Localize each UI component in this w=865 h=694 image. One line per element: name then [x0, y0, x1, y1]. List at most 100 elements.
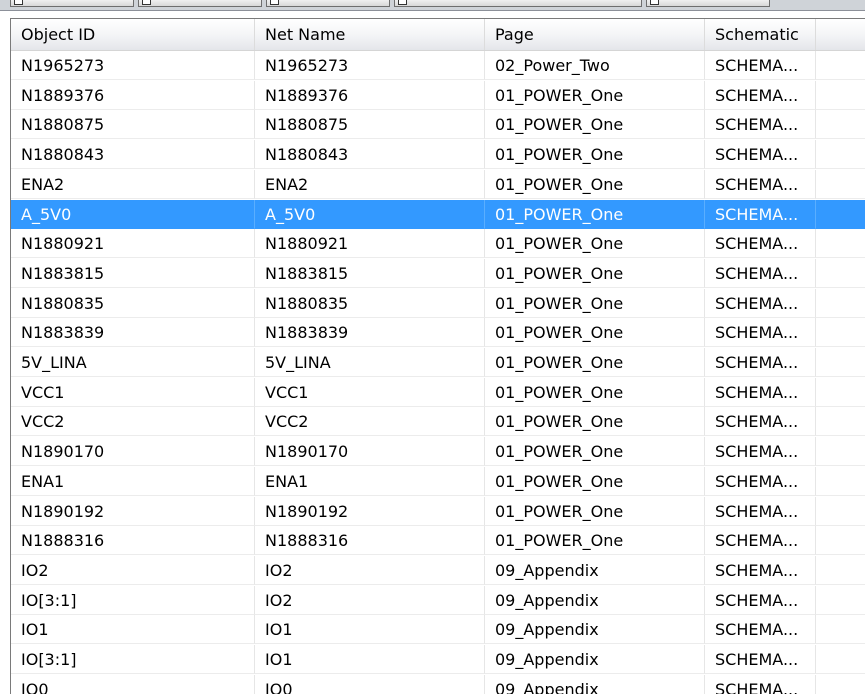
- cell-object-id: N1883839: [11, 318, 255, 348]
- column-header-schematic[interactable]: Schematic: [705, 19, 816, 50]
- cell-object-id: 5V_LINA: [11, 348, 255, 377]
- column-header-object-id[interactable]: Object ID: [11, 19, 255, 50]
- cell-net-name: N1880835: [255, 288, 485, 318]
- table-row[interactable]: N1888316 N1888316 01_POWER_One SCHEMA...: [11, 526, 865, 556]
- cell-schematic: SCHEMA...: [705, 288, 816, 318]
- table-row[interactable]: N1889376 N1889376 01_POWER_One SCHEMA...: [11, 80, 865, 111]
- table-row[interactable]: 5V_LINA 5V_LINA 01_POWER_One SCHEMA...: [11, 348, 865, 378]
- cell-schematic: SCHEMA...: [705, 674, 816, 694]
- cell-filler: [816, 51, 865, 80]
- cell-net-name: VCC1: [255, 377, 485, 407]
- cell-schematic: SCHEMA...: [705, 140, 816, 170]
- cell-object-id: N1880843: [11, 140, 255, 170]
- column-header-net-name[interactable]: Net Name: [255, 19, 485, 50]
- cell-schematic: SCHEMA...: [705, 80, 816, 110]
- column-header-page[interactable]: Page: [485, 19, 705, 50]
- toolbar-tab-2[interactable]: [138, 0, 262, 7]
- toolbar-tab-strip: [0, 0, 865, 11]
- table-row[interactable]: IO0 IO0 09_Appendix SCHEMA...: [11, 674, 865, 694]
- cell-filler: [816, 140, 865, 170]
- cell-page: 01_POWER_One: [485, 169, 705, 199]
- cell-filler: [816, 497, 865, 526]
- column-header-filler: [816, 19, 865, 50]
- table-row[interactable]: A_5V0 A_5V0 01_POWER_One SCHEMA...: [11, 199, 865, 230]
- table-row[interactable]: N1880921 N1880921 01_POWER_One SCHEMA...: [11, 229, 865, 259]
- cell-object-id: IO[3:1]: [11, 585, 255, 615]
- cell-schematic: SCHEMA...: [705, 437, 816, 467]
- table-row[interactable]: IO[3:1] IO1 09_Appendix SCHEMA...: [11, 645, 865, 675]
- cell-page: 01_POWER_One: [485, 258, 705, 288]
- cell-filler: [816, 170, 865, 199]
- cell-page: 01_POWER_One: [485, 288, 705, 318]
- toolbar-tab-4[interactable]: [394, 0, 642, 7]
- table-row[interactable]: N1890170 N1890170 01_POWER_One SCHEMA...: [11, 437, 865, 467]
- table-row[interactable]: ENA1 ENA1 01_POWER_One SCHEMA...: [11, 466, 865, 497]
- cell-schematic: SCHEMA...: [705, 199, 816, 229]
- cell-object-id: N1880835: [11, 288, 255, 318]
- cell-page: 01_POWER_One: [485, 318, 705, 348]
- cell-filler: [816, 556, 865, 585]
- cell-filler: [816, 645, 865, 674]
- cell-filler: [816, 259, 865, 288]
- cell-filler: [816, 318, 865, 348]
- cell-filler: [816, 348, 865, 377]
- table-row[interactable]: N1890192 N1890192 01_POWER_One SCHEMA...: [11, 496, 865, 527]
- toolbar-tab-3[interactable]: [266, 0, 390, 7]
- table-row[interactable]: VCC1 VCC1 01_POWER_One SCHEMA...: [11, 377, 865, 408]
- table-row[interactable]: N1883815 N1883815 01_POWER_One SCHEMA...: [11, 258, 865, 289]
- cell-object-id: N1965273: [11, 51, 255, 80]
- table-row[interactable]: N1880875 N1880875 01_POWER_One SCHEMA...: [11, 110, 865, 140]
- cell-object-id: IO2: [11, 555, 255, 585]
- cell-schematic: SCHEMA...: [705, 377, 816, 407]
- table-row[interactable]: IO2 IO2 09_Appendix SCHEMA...: [11, 555, 865, 586]
- cell-object-id: A_5V0: [11, 199, 255, 229]
- cell-net-name: IO0: [255, 674, 485, 694]
- cell-net-name: N1880875: [255, 110, 485, 140]
- cell-object-id: ENA2: [11, 169, 255, 199]
- cell-page: 01_POWER_One: [485, 496, 705, 526]
- cell-net-name: ENA2: [255, 169, 485, 199]
- table-row[interactable]: IO1 IO1 09_Appendix SCHEMA...: [11, 615, 865, 645]
- table-row[interactable]: N1965273 N1965273 02_Power_Two SCHEMA...: [11, 51, 865, 81]
- cell-net-name: IO2: [255, 585, 485, 615]
- cell-object-id: N1883815: [11, 258, 255, 288]
- cell-filler: [816, 467, 865, 496]
- cell-page: 01_POWER_One: [485, 199, 705, 229]
- cell-object-id: N1890192: [11, 496, 255, 526]
- cell-page: 02_Power_Two: [485, 51, 705, 80]
- cell-object-id: N1888316: [11, 526, 255, 556]
- cell-net-name: IO1: [255, 645, 485, 674]
- cell-net-name: IO2: [255, 555, 485, 585]
- cell-schematic: SCHEMA...: [705, 585, 816, 615]
- cell-schematic: SCHEMA...: [705, 496, 816, 526]
- cell-net-name: IO1: [255, 615, 485, 645]
- table-row[interactable]: IO[3:1] IO2 09_Appendix SCHEMA...: [11, 585, 865, 616]
- table-row[interactable]: VCC2 VCC2 01_POWER_One SCHEMA...: [11, 407, 865, 437]
- cell-page: 01_POWER_One: [485, 80, 705, 110]
- toolbar-tab-1[interactable]: [10, 0, 134, 7]
- cell-object-id: VCC1: [11, 377, 255, 407]
- cell-page: 01_POWER_One: [485, 437, 705, 467]
- cell-net-name: N1890192: [255, 496, 485, 526]
- cell-filler: [816, 110, 865, 140]
- table-row[interactable]: N1880835 N1880835 01_POWER_One SCHEMA...: [11, 288, 865, 319]
- cell-filler: [816, 615, 865, 645]
- cell-object-id: N1889376: [11, 80, 255, 110]
- cell-net-name: ENA1: [255, 466, 485, 496]
- cell-filler: [816, 229, 865, 259]
- table-row[interactable]: ENA2 ENA2 01_POWER_One SCHEMA...: [11, 169, 865, 200]
- cell-page: 09_Appendix: [485, 674, 705, 694]
- cell-page: 01_POWER_One: [485, 229, 705, 259]
- cell-schematic: SCHEMA...: [705, 229, 816, 259]
- cell-net-name: N1883815: [255, 258, 485, 288]
- cell-page: 01_POWER_One: [485, 377, 705, 407]
- cell-page: 09_Appendix: [485, 585, 705, 615]
- toolbar-tab-5[interactable]: [646, 0, 770, 7]
- cell-filler: [816, 199, 865, 229]
- cell-filler: [816, 407, 865, 437]
- cell-schematic: SCHEMA...: [705, 645, 816, 674]
- table-row[interactable]: N1883839 N1883839 01_POWER_One SCHEMA...: [11, 318, 865, 348]
- table-row[interactable]: N1880843 N1880843 01_POWER_One SCHEMA...: [11, 140, 865, 170]
- cell-net-name: N1888316: [255, 526, 485, 556]
- cell-net-name: N1880921: [255, 229, 485, 259]
